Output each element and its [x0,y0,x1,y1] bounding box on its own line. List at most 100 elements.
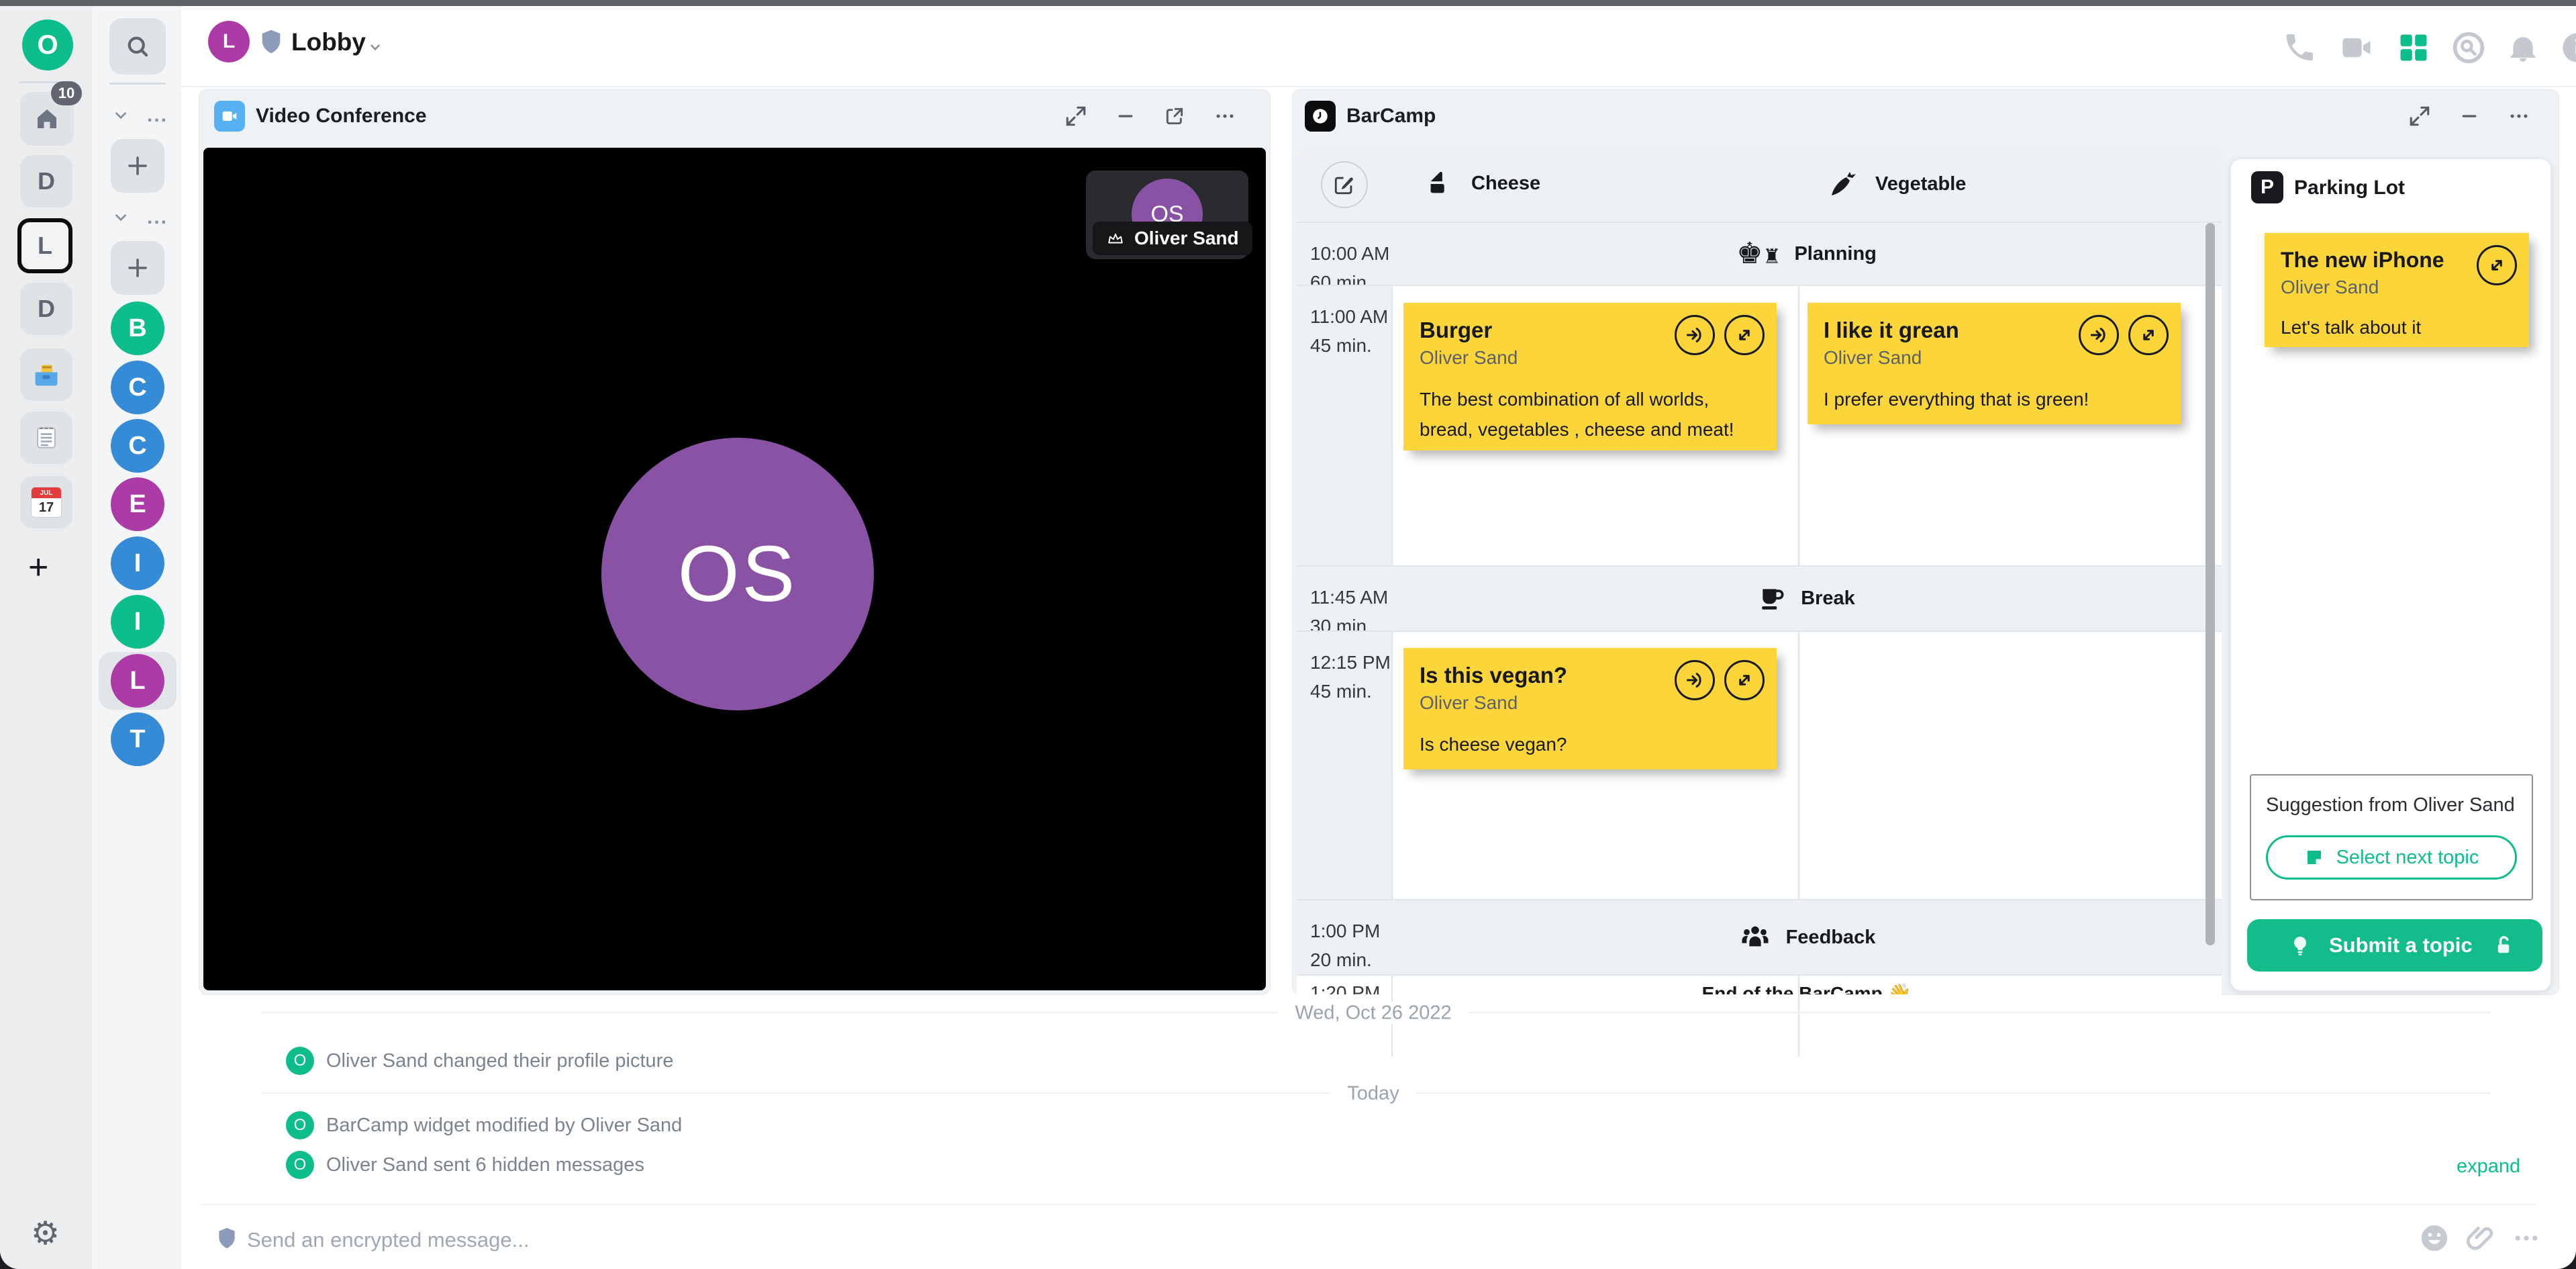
more-options-icon[interactable] [1213,105,1236,128]
card-box-icon [32,360,61,389]
video-stage: OS OS Oliver Sand [203,148,1266,990]
composer-more-button[interactable] [2512,1223,2541,1253]
room-avatar-e[interactable]: E [111,477,164,531]
room-header-avatar[interactable]: L [208,21,250,62]
schedule-row-break: 11:45 AM30 min. Break [1297,567,2222,630]
timeline-event[interactable]: O Oliver Sand sent 6 hidden messages [286,1151,644,1179]
room-avatar-b[interactable]: B [111,301,164,355]
search-button[interactable] [109,18,166,75]
date-separator: Today [1330,1083,1416,1105]
room-avatar-i1[interactable]: I [111,536,164,590]
room-section-header-2[interactable]: ... [112,206,168,229]
expand-note-button[interactable] [1724,315,1765,355]
room-avatar-t[interactable]: T [111,712,164,766]
suggestion-box: Suggestion from Oliver Sand Select next … [2250,774,2533,900]
composer-divider [201,1204,2536,1205]
event-avatar: O [286,1047,314,1075]
coffee-icon [1758,584,1787,614]
settings-button[interactable]: ⚙ [31,1215,60,1252]
video-widget-controls [1064,105,1236,128]
bell-icon [2506,30,2540,65]
participant-video-tile[interactable]: OS Oliver Sand [1086,171,1248,259]
home-icon [33,105,61,133]
space-item-calendar[interactable]: JUL 17 [20,476,72,528]
expand-note-button[interactable] [1724,660,1765,700]
plus-icon [126,154,150,178]
schedule-topic-button[interactable] [2079,315,2119,355]
select-next-topic-button[interactable]: Select next topic [2266,835,2517,880]
schedule-topic-button[interactable] [1675,315,1715,355]
topic-note-green[interactable]: I like it grean Oliver Sand I prefer eve… [1807,303,2181,424]
voice-call-button[interactable] [2282,30,2317,65]
chess-icon: ♚♜ [1736,239,1781,269]
parking-note-iphone[interactable]: The new iPhone Oliver Sand Let's talk ab… [2265,233,2529,347]
calendar-icon: JUL 17 [31,487,62,518]
people-icon [1738,922,1773,953]
column-header-vegetable: Vegetable [1827,168,1966,200]
submit-topic-button[interactable]: Submit a topic [2247,919,2542,972]
barcamp-widget-icon [1305,101,1336,132]
search-messages-button[interactable] [2451,30,2486,65]
room-info-button[interactable] [2560,30,2576,65]
row-time: 1:20 PM [1310,982,1380,994]
emoji-button[interactable] [2419,1223,2450,1254]
maximize-icon[interactable] [2408,105,2431,128]
parking-icon: P [2251,171,2283,203]
space-item-d2[interactable]: D [20,283,72,335]
expand-diagonal-icon [2138,325,2159,345]
schedule-scrollbar[interactable] [2206,223,2215,945]
video-call-button[interactable] [2337,30,2376,65]
assign-arrow-icon [2089,325,2109,345]
room-menu-chevron-icon[interactable] [366,38,384,56]
widgets-apps-button[interactable] [2396,30,2431,65]
header-actions [2282,30,2576,65]
timeline-event[interactable]: O Oliver Sand changed their profile pict… [286,1047,673,1075]
expand-diagonal-icon [1734,670,1754,690]
minimize-icon[interactable] [2459,106,2479,126]
event-avatar: O [286,1111,314,1139]
grid-line [1297,285,2222,286]
space-item-cardbox[interactable] [20,348,72,401]
room-avatar-c1[interactable]: C [111,361,164,414]
maximize-icon[interactable] [1064,105,1087,128]
expand-link[interactable]: expand [2457,1156,2520,1178]
rail-divider [109,83,166,85]
open-in-new-icon[interactable] [1164,105,1185,127]
video-widget-icon [214,101,245,132]
note-body: Is cheese vegan? [1420,730,1761,760]
participant-avatar-large: OS [601,438,874,710]
plus-icon [126,256,150,280]
add-room-button-1[interactable] [111,139,164,193]
room-avatar-l-selected[interactable]: L [111,654,164,708]
app-shell: O 10 D L D JUL 17 [0,6,2576,1269]
room-avatar-c2[interactable]: C [111,419,164,473]
space-item-notepad[interactable] [20,412,72,464]
note-body: I prefer everything that is green! [1824,385,2165,415]
search-circle-icon [2451,30,2486,65]
more-options-icon[interactable] [2508,105,2530,128]
notifications-button[interactable] [2506,30,2540,65]
minimize-icon[interactable] [1116,106,1136,126]
expand-note-button[interactable] [2128,315,2169,355]
edit-schedule-button[interactable] [1321,161,1368,208]
topic-note-vegan[interactable]: Is this vegan? Oliver Sand Is cheese veg… [1403,648,1777,769]
attachment-button[interactable] [2466,1223,2495,1254]
add-space-button[interactable]: + [28,547,48,588]
add-room-button-2[interactable] [111,241,164,295]
gear-icon: ⚙ [31,1215,60,1252]
user-avatar[interactable]: O [22,19,73,70]
row-label: Break [1391,567,2222,630]
timeline-event[interactable]: O BarCamp widget modified by Oliver Sand [286,1111,682,1139]
topic-note-burger[interactable]: Burger Oliver Sand The best combination … [1403,303,1777,451]
expand-note-button[interactable] [2477,245,2517,285]
space-item-l-selected[interactable]: L [17,218,72,273]
space-item-d1[interactable]: D [20,155,72,207]
row-time: 12:15 PM45 min. [1297,632,1391,899]
room-title[interactable]: Lobby [291,28,366,56]
room-avatar-i2[interactable]: I [111,595,164,649]
room-section-header-1[interactable]: ... [112,104,168,127]
schedule-topic-button[interactable] [1675,660,1715,700]
barcamp-widget-title: BarCamp [1346,105,1436,128]
app-window: O 10 D L D JUL 17 [0,0,2576,1269]
message-input[interactable]: Send an encrypted message... [247,1228,529,1252]
